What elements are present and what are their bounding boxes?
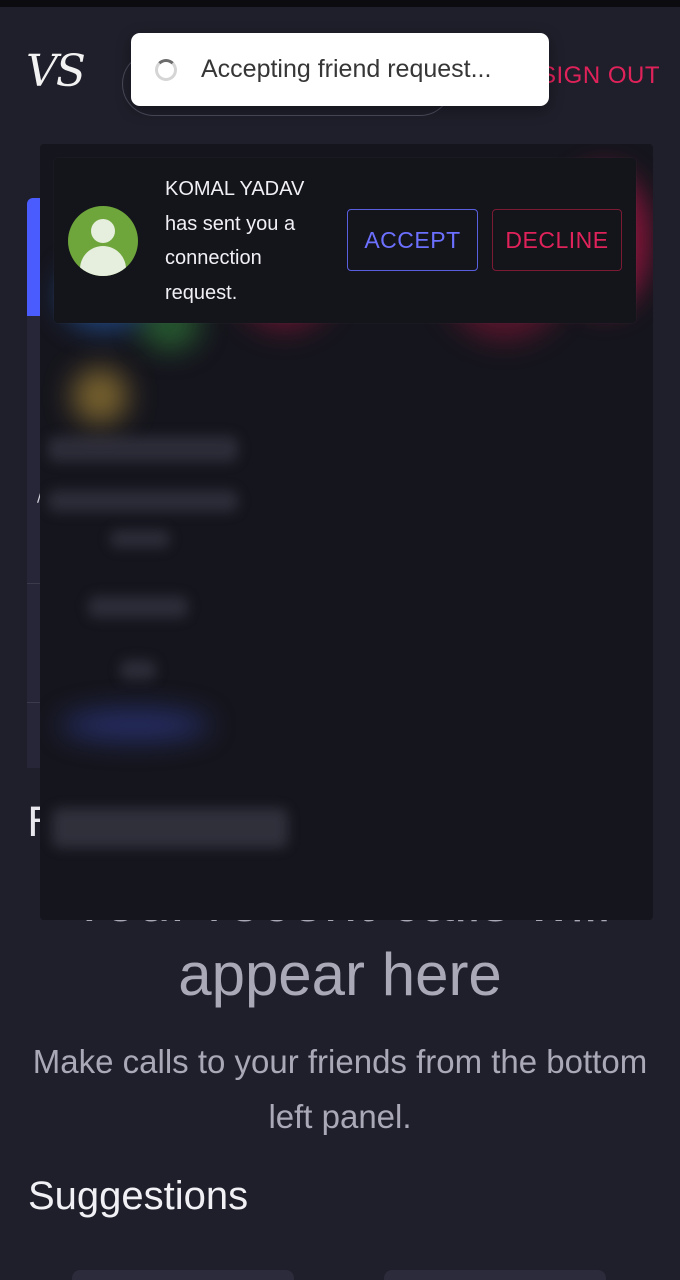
request-message: KOMAL YADAV has sent you a connection re… bbox=[165, 172, 335, 310]
loading-spinner-icon bbox=[155, 58, 177, 81]
request-text-line: request. bbox=[165, 281, 238, 304]
suggestions-heading: Suggestions bbox=[28, 1174, 249, 1218]
status-bar-strip bbox=[0, 0, 680, 7]
user-icon bbox=[91, 219, 115, 243]
sign-out-button[interactable]: SIGN OUT bbox=[540, 62, 660, 90]
avatar bbox=[68, 206, 138, 276]
sidebar-frame bbox=[27, 316, 40, 768]
suggestion-card[interactable] bbox=[384, 1270, 606, 1280]
divider bbox=[27, 702, 40, 703]
request-text-line: connection bbox=[165, 247, 262, 269]
sidebar-active-indicator bbox=[27, 198, 40, 316]
suggestion-card[interactable] bbox=[72, 1270, 294, 1280]
requester-name: KOMAL YADAV bbox=[165, 178, 305, 200]
empty-state-hint: Make calls to your friends from the bott… bbox=[32, 1043, 648, 1135]
toast-message: Accepting friend request... bbox=[201, 55, 492, 83]
empty-state-title-line2: appear here bbox=[178, 941, 502, 1008]
decline-button[interactable]: DECLINE bbox=[492, 209, 622, 271]
app-logo[interactable]: VS bbox=[26, 46, 112, 106]
connection-request-card: KOMAL YADAV has sent you a connection re… bbox=[54, 158, 636, 323]
accept-button[interactable]: ACCEPT bbox=[347, 209, 478, 271]
loading-toast: Accepting friend request... bbox=[131, 33, 549, 106]
divider bbox=[27, 583, 40, 584]
request-text-line: has sent you a bbox=[165, 212, 296, 235]
